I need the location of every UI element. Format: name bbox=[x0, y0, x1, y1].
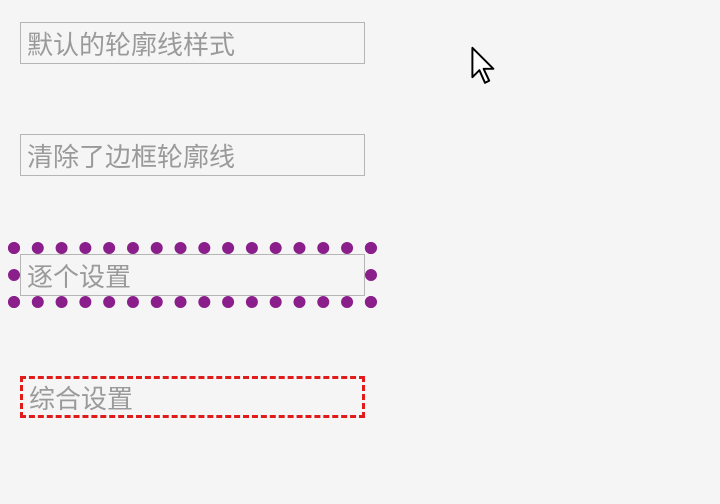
input-value: 清除了边框轮廓线 bbox=[27, 137, 235, 174]
input-default-outline[interactable]: 默认的轮廓线样式 bbox=[20, 22, 365, 64]
input-value: 逐个设置 bbox=[27, 257, 131, 294]
input-combined-setting[interactable]: 综合设置 bbox=[20, 376, 365, 418]
input-individual-setting[interactable]: 逐个设置 bbox=[20, 254, 365, 296]
cursor-icon bbox=[471, 46, 499, 86]
input-cleared-outline[interactable]: 清除了边框轮廓线 bbox=[20, 134, 365, 176]
input-value: 综合设置 bbox=[29, 379, 133, 416]
input-value: 默认的轮廓线样式 bbox=[27, 25, 235, 62]
